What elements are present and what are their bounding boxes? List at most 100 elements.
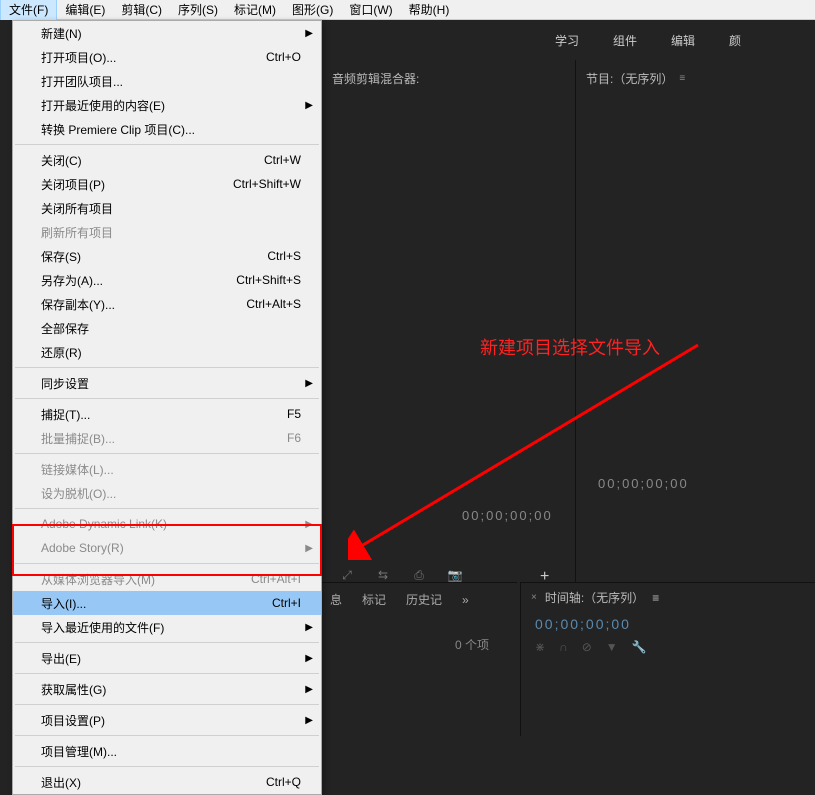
submenu-arrow-icon: ▶: [305, 622, 313, 633]
menu-shortcut: F6: [287, 431, 301, 445]
source-timecode: 00;00;00;00: [462, 508, 553, 523]
close-icon[interactable]: ×: [531, 592, 537, 603]
workspace-tab[interactable]: 组件: [613, 32, 637, 49]
menu-item-label: 导入最近使用的文件(F): [41, 619, 301, 636]
menu-item[interactable]: 打开团队项目...: [13, 69, 321, 93]
snap-icon[interactable]: ⋇: [535, 640, 545, 654]
menu-item-label: Adobe Dynamic Link(K): [41, 517, 301, 531]
menu-item: 从媒体浏览器导入(M)Ctrl+Alt+I: [13, 567, 321, 591]
menu-item[interactable]: 项目管理(M)...: [13, 739, 321, 763]
menu-item: 批量捕捉(B)...F6: [13, 426, 321, 450]
workspace-tab[interactable]: 学习: [555, 32, 579, 49]
hamburger-icon[interactable]: ≡: [679, 73, 691, 84]
workspace-tabs: 学习 组件 编辑 颜: [535, 20, 815, 60]
menu-shortcut: F5: [287, 407, 301, 421]
menu-item[interactable]: 关闭项目(P)Ctrl+Shift+W: [13, 172, 321, 196]
menu-item-label: 链接媒体(L)...: [41, 461, 301, 478]
menu-separator: [15, 144, 319, 145]
menu-shortcut: Ctrl+Shift+W: [233, 177, 301, 191]
magnet-icon[interactable]: ∩: [559, 640, 568, 654]
crop-icon[interactable]: ⤢: [338, 568, 356, 582]
menu-item[interactable]: 获取属性(G)▶: [13, 677, 321, 701]
link-icon[interactable]: ⊘: [582, 640, 592, 654]
program-panel-title-text: 节目:（无序列）: [586, 70, 673, 87]
menu-shortcut: Ctrl+S: [267, 249, 301, 263]
menu-窗口[interactable]: 窗口(W): [341, 0, 400, 20]
submenu-arrow-icon: ▶: [305, 543, 313, 554]
swap-icon[interactable]: ⇆: [374, 568, 392, 582]
menu-item[interactable]: 关闭所有项目: [13, 196, 321, 220]
panel-tab[interactable]: 标记: [362, 591, 386, 608]
submenu-arrow-icon: ▶: [305, 653, 313, 664]
menu-item-label: 全部保存: [41, 320, 301, 337]
workspace-tab[interactable]: 编辑: [671, 32, 695, 49]
menu-item[interactable]: 项目设置(P) ▶: [13, 708, 321, 732]
menu-item-label: Adobe Story(R): [41, 541, 301, 555]
menu-shortcut: Ctrl+Q: [266, 775, 301, 789]
menu-剪辑[interactable]: 剪辑(C): [113, 0, 170, 20]
menu-item[interactable]: 同步设置 ▶: [13, 371, 321, 395]
menu-item-label: 项目管理(M)...: [41, 743, 301, 760]
menu-item[interactable]: 新建(N)▶: [13, 21, 321, 45]
menu-item[interactable]: 导入(I)...Ctrl+I: [13, 591, 321, 615]
file-menu-dropdown: 新建(N)▶打开项目(O)...Ctrl+O打开团队项目...打开最近使用的内容…: [12, 20, 322, 795]
menu-item[interactable]: 导入最近使用的文件(F) ▶: [13, 615, 321, 639]
menu-item[interactable]: 还原(R): [13, 340, 321, 364]
submenu-arrow-icon: ▶: [305, 519, 313, 530]
menu-item[interactable]: 退出(X)Ctrl+Q: [13, 770, 321, 794]
menu-标记[interactable]: 标记(M): [226, 0, 284, 20]
menu-separator: [15, 453, 319, 454]
menu-item-label: 打开团队项目...: [41, 73, 301, 90]
menu-item-label: 还原(R): [41, 344, 301, 361]
submenu-arrow-icon: ▶: [305, 715, 313, 726]
menu-item-label: 另存为(A)...: [41, 272, 236, 289]
camera-icon[interactable]: 📷: [446, 568, 464, 582]
menu-图形[interactable]: 图形(G): [284, 0, 341, 20]
menu-item: Adobe Dynamic Link(K) ▶: [13, 512, 321, 536]
timeline-title-text: 时间轴:（无序列）: [545, 589, 644, 606]
menu-separator: [15, 766, 319, 767]
menubar: 文件(F)编辑(E)剪辑(C)序列(S)标记(M)图形(G)窗口(W)帮助(H): [0, 0, 815, 20]
menu-item[interactable]: 关闭(C)Ctrl+W: [13, 148, 321, 172]
menu-item-label: 退出(X): [41, 774, 266, 791]
timeline-panel: × 时间轴:（无序列） ≡ 00;00;00;00 ⋇ ∩ ⊘ ▼ 🔧: [520, 582, 815, 736]
menu-item-label: 项目设置(P): [41, 712, 301, 729]
menu-文件[interactable]: 文件(F): [0, 0, 57, 21]
menu-separator: [15, 398, 319, 399]
submenu-arrow-icon: ▶: [305, 684, 313, 695]
menu-separator: [15, 508, 319, 509]
menu-shortcut: Ctrl+W: [264, 153, 301, 167]
menu-item[interactable]: 另存为(A)...Ctrl+Shift+S: [13, 268, 321, 292]
source-panel-title: 音频剪辑混合器:: [322, 60, 572, 97]
menu-item[interactable]: 保存(S)Ctrl+S: [13, 244, 321, 268]
menu-item[interactable]: 保存副本(Y)...Ctrl+Alt+S: [13, 292, 321, 316]
menu-item-label: 保存(S): [41, 248, 267, 265]
wrench-icon[interactable]: 🔧: [632, 640, 647, 654]
menu-item[interactable]: 打开项目(O)...Ctrl+O: [13, 45, 321, 69]
menu-item[interactable]: 导出(E)▶: [13, 646, 321, 670]
menu-item: Adobe Story(R) ▶: [13, 536, 321, 560]
print-icon[interactable]: ⎙: [410, 568, 428, 582]
annotation-text: 新建项目选择文件导入: [480, 334, 660, 360]
menu-编辑[interactable]: 编辑(E): [57, 0, 113, 20]
workspace-tab[interactable]: 颜: [729, 32, 741, 49]
menu-separator: [15, 642, 319, 643]
marker-icon[interactable]: ▼: [606, 640, 618, 654]
menu-item-label: 关闭所有项目: [41, 200, 301, 217]
panel-tab[interactable]: 息: [330, 591, 342, 608]
program-panel-title: 节目:（无序列） ≡: [576, 60, 815, 97]
menu-item[interactable]: 打开最近使用的内容(E)▶: [13, 93, 321, 117]
menu-帮助[interactable]: 帮助(H): [401, 0, 458, 20]
overflow-icon[interactable]: »: [462, 593, 469, 607]
menu-item[interactable]: 全部保存: [13, 316, 321, 340]
panel-tab[interactable]: 历史记: [406, 591, 442, 608]
submenu-arrow-icon: ▶: [305, 378, 313, 389]
hamburger-icon[interactable]: ≡: [652, 591, 659, 605]
menu-序列[interactable]: 序列(S): [170, 0, 226, 20]
menu-item-label: 同步设置: [41, 375, 301, 392]
menu-item-label: 关闭项目(P): [41, 176, 233, 193]
menu-item-label: 新建(N): [41, 25, 301, 42]
menu-item[interactable]: 转换 Premiere Clip 项目(C)...: [13, 117, 321, 141]
menu-item[interactable]: 捕捉(T)...F5: [13, 402, 321, 426]
menu-shortcut: Ctrl+Alt+S: [246, 297, 301, 311]
